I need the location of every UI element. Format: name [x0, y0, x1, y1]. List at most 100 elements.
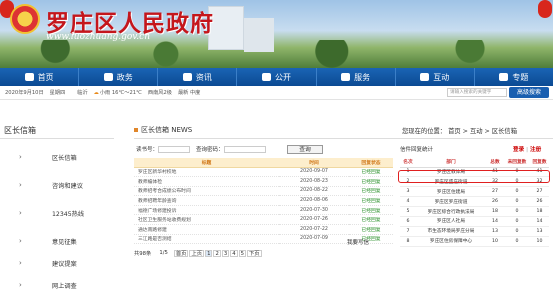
sidebar-item-opinion[interactable]: › 意见征集 [0, 230, 114, 252]
login-link[interactable]: 登录 [513, 147, 524, 153]
banner-trees [0, 40, 553, 68]
letter-title[interactable]: 教师编体检 [134, 176, 279, 187]
home-icon [24, 73, 34, 81]
pending-cell: 0 [504, 216, 530, 227]
nav-home[interactable]: 首页 [0, 68, 80, 86]
table-row: 6 罗庄区人社局 14 0 14 [400, 216, 549, 227]
replied-cell: 27 [530, 186, 549, 198]
query-button[interactable]: 查询 [287, 145, 323, 154]
page-number-button[interactable]: 3 [221, 249, 230, 257]
letter-status: 已经回复 [349, 195, 393, 206]
highlight-box [398, 170, 550, 183]
rank-cell: 4 [400, 196, 416, 208]
letter-number-input[interactable] [158, 146, 191, 153]
pagination: 共98条 1/5 首页 上页 1 2 3 4 5 下页 [134, 249, 262, 257]
write-letter-link[interactable]: 我要写信 [347, 238, 369, 246]
letter-status: 已经回复 [349, 224, 393, 235]
nav-interaction[interactable]: 互动 [396, 68, 475, 86]
page-number-button[interactable]: 1 [205, 249, 213, 257]
table-row[interactable]: 罗庄区新华村校地 2020-09-07 已经回复 [134, 167, 393, 178]
dept-cell: 罗庄区住建局 [416, 186, 486, 198]
rank-cell: 5 [400, 206, 416, 217]
table-row[interactable]: 教师招考合成绩公布时间 2020-08-22 已经回复 [134, 186, 393, 197]
table-row[interactable]: 教师招聘年龄查询 2020-08-06 已经回复 [134, 195, 393, 206]
letter-title[interactable]: 罗庄区新华村校地 [134, 167, 279, 178]
dept-cell: 罗庄区罗庄街道 [416, 196, 486, 208]
page-number-button[interactable]: 2 [213, 249, 221, 257]
divider [134, 138, 553, 139]
table-row[interactable]: 社区卫生服务站收费规划 2020-07-26 已经回复 [134, 214, 393, 226]
total-cell: 18 [486, 206, 504, 217]
wind-text: 西南风2级 [147, 90, 172, 96]
replied-cell: 18 [530, 206, 549, 217]
replied-cell: 26 [530, 196, 549, 208]
table-row[interactable]: 通达南路修建 2020-07-22 已经回复 [134, 224, 393, 235]
chevron-right-icon: › [19, 237, 22, 245]
query-password-input[interactable] [223, 146, 266, 153]
total-cell: 27 [486, 186, 504, 198]
nav-disclosure[interactable]: 公开 [237, 68, 317, 86]
main-header: 区长信箱 NEWS 您现在的位置： 首页 > 互动 > 区长信箱 [134, 122, 553, 136]
advanced-search-button[interactable]: 高级搜索 [509, 87, 549, 98]
divider [0, 138, 114, 139]
letter-date: 2020-09-07 [279, 167, 349, 178]
dept-cell: 罗庄区住房保障中心 [416, 236, 486, 247]
page-number-button[interactable]: 4 [230, 249, 238, 257]
first-page-button[interactable]: 首页 [173, 249, 189, 257]
chevron-right-icon: › [19, 209, 22, 217]
column-header-title: 标题 [134, 158, 279, 168]
table-row[interactable]: 教师编体检 2020-08-23 已经回复 [134, 176, 393, 187]
table-header-row: 标题 时间 回复状态 [134, 158, 393, 168]
table-row: 4 罗庄区罗庄街道 26 0 26 [400, 196, 549, 208]
next-page-button[interactable]: 下页 [246, 249, 262, 257]
letter-status: 已经回复 [349, 205, 393, 216]
column-header-pending: 未回复数 [504, 157, 530, 168]
sidebar-item-mayor-mailbox[interactable]: › 区长信箱 [0, 146, 114, 168]
date-text: 2020年9月10日 [5, 90, 44, 96]
page-title: 区长信箱 NEWS [134, 125, 192, 135]
weather-text: 小雨 16℃～21℃ [99, 90, 142, 96]
topic-icon [499, 73, 509, 81]
nav-service[interactable]: 服务 [317, 68, 396, 86]
letter-title[interactable]: 通达南路修建 [134, 224, 279, 235]
aqi-text: 最新 中度 [177, 90, 201, 96]
letter-title[interactable]: 福德广场修建投诉 [134, 205, 279, 216]
letter-date: 2020-07-30 [279, 205, 349, 216]
sidebar: 区长信箱 › 区长信箱 › 咨询和建议 › 12345热线 › 意见征集 › 建议提案 ›… [0, 122, 114, 293]
letter-date: 2020-08-23 [279, 176, 349, 187]
letter-status: 已经回复 [349, 176, 393, 187]
sidebar-item-consult[interactable]: › 咨询和建议 [0, 174, 114, 196]
register-link[interactable]: 注册 [530, 147, 541, 153]
filter-label-password: 查询密码： [196, 147, 224, 153]
letter-title[interactable]: 社区卫生服务站收费规划 [134, 214, 279, 226]
weekday-text: 星期四 [49, 90, 66, 96]
letter-date: 2020-07-26 [279, 214, 349, 226]
prev-page-button[interactable]: 上页 [189, 249, 205, 257]
total-cell: 13 [486, 226, 504, 237]
replied-cell: 14 [530, 216, 549, 227]
query-form: 读书号： 查询密码： [136, 145, 272, 153]
table-row[interactable]: 福德广场修建投诉 2020-07-30 已经回复 [134, 205, 393, 216]
letter-title[interactable]: 教师招考合成绩公布时间 [134, 186, 279, 197]
breadcrumb: 您现在的位置： 首页 > 互动 > 区长信箱 [402, 128, 518, 135]
nav-government[interactable]: 政务 [79, 68, 159, 86]
dept-cell: 市生态环境局罗庄分局 [416, 226, 486, 237]
column-header-dept: 部门 [416, 157, 486, 168]
letter-title[interactable]: 三江路是否测结 [134, 234, 279, 245]
chevron-right-icon: › [19, 181, 22, 189]
page-number-button[interactable]: 5 [238, 249, 246, 257]
letter-title[interactable]: 教师招聘年龄查询 [134, 195, 279, 206]
nav-news[interactable]: 资讯 [158, 68, 238, 86]
link-separator: | [526, 147, 529, 153]
column-header-status: 回复状态 [349, 158, 393, 168]
nav-topic[interactable]: 专题 [475, 68, 553, 86]
sidebar-item-hotline[interactable]: › 12345热线 [0, 202, 114, 224]
table-row: 3 罗庄区住建局 27 0 27 [400, 186, 549, 198]
column-header-rank: 名次 [400, 157, 416, 168]
total-cell: 14 [486, 216, 504, 227]
letter-status: 已经回复 [349, 214, 393, 226]
search-input[interactable]: 请输入搜索的关键字 [447, 88, 507, 97]
filter-label: 读书号： [136, 147, 159, 153]
site-url: www.luozhuang.gov.cn [46, 32, 151, 42]
sidebar-item-proposal[interactable]: › 建议提案 [0, 252, 114, 274]
